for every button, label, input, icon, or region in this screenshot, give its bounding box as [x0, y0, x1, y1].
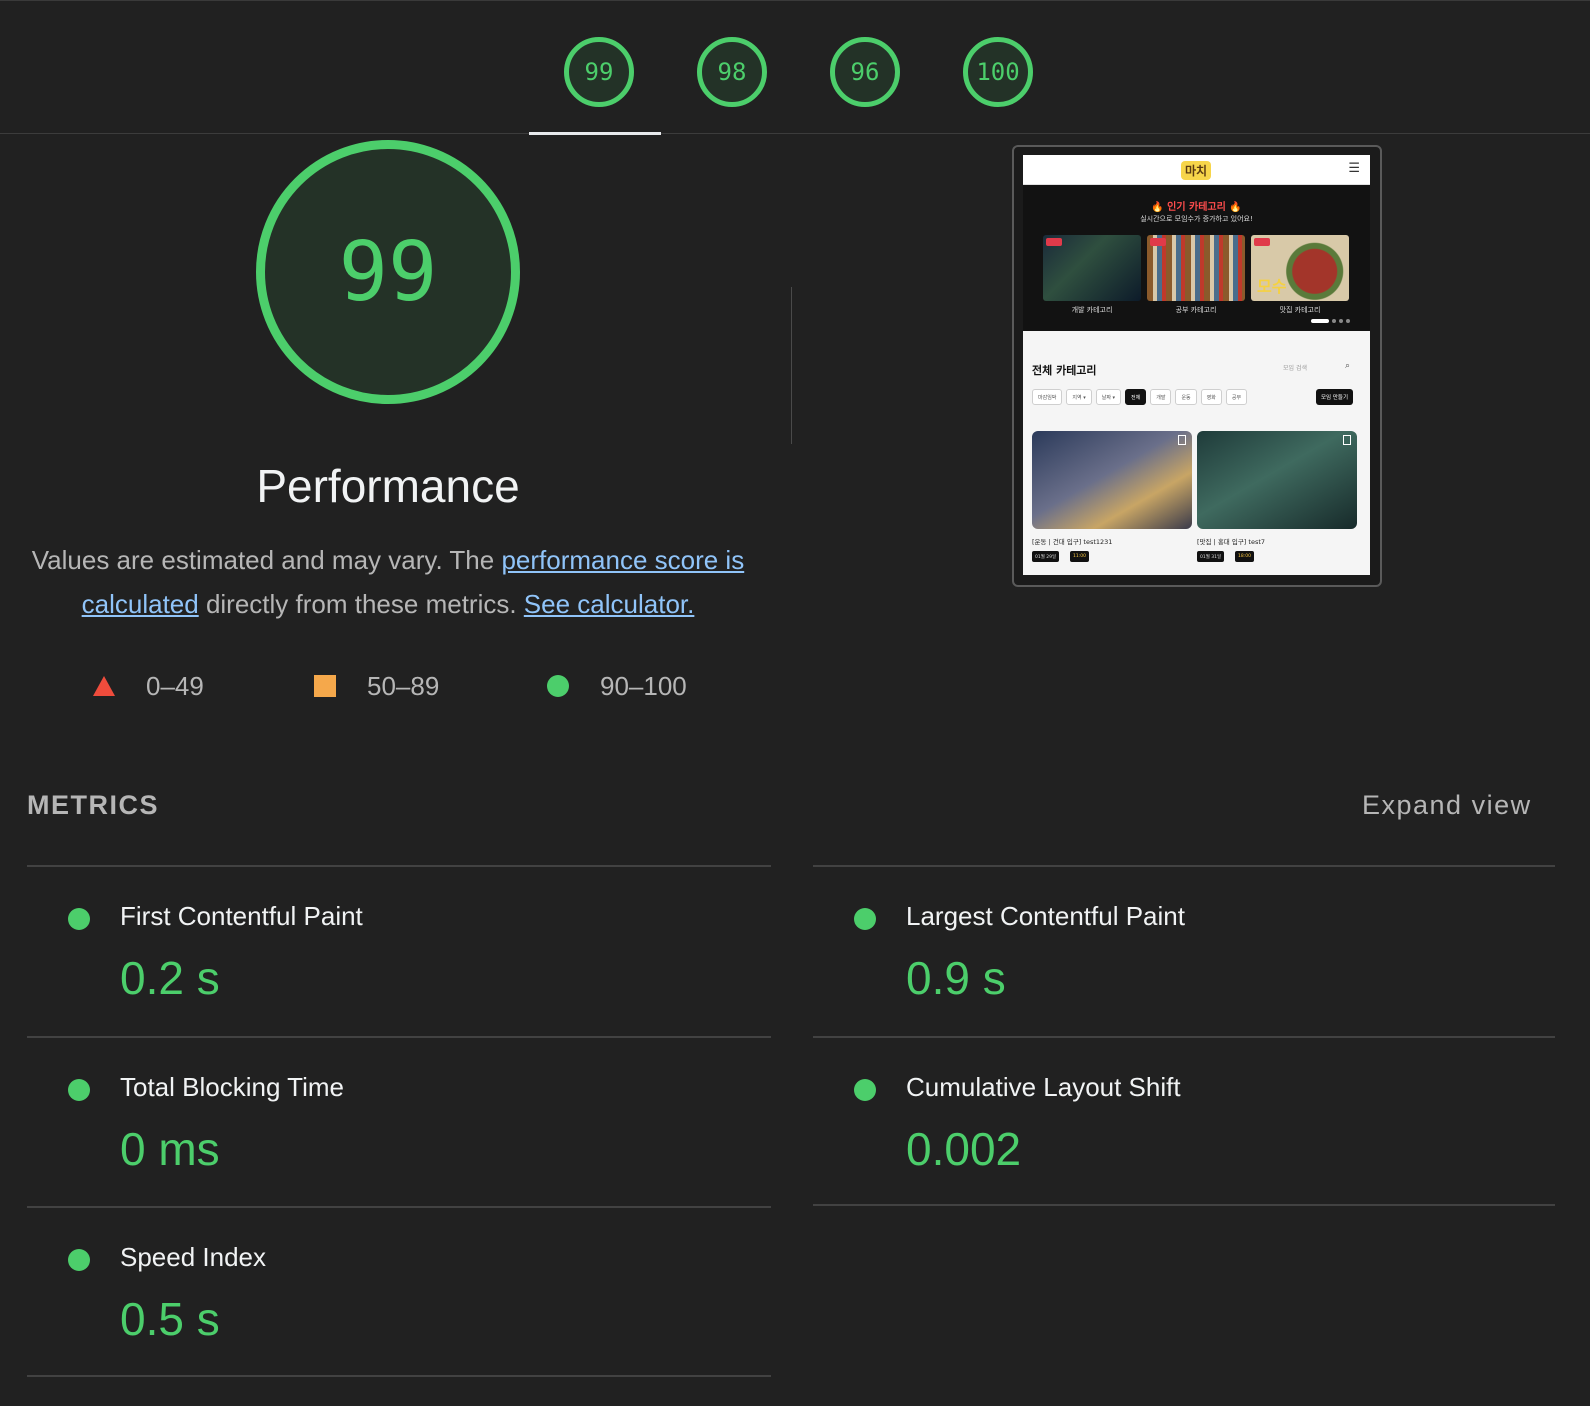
metric-name: Total Blocking Time [120, 1072, 344, 1102]
active-tab-indicator [529, 132, 661, 135]
banner-title: 🔥 인기 카테고리 🔥 [1151, 202, 1242, 213]
expand-view-button[interactable]: Expand view [1362, 790, 1532, 821]
circle-icon [547, 675, 569, 697]
tab-performance-gauge[interactable]: 99 [564, 37, 634, 107]
filter-chip: 개발 [1150, 389, 1172, 405]
metric-value: 0 ms [120, 1123, 220, 1175]
legend-average-label: 50–89 [367, 670, 440, 701]
metric-value: 0.002 [906, 1123, 1022, 1175]
card-label-study: 공부 카테고리 [1175, 306, 1217, 314]
performance-score-gauge: 99 [256, 140, 520, 404]
square-icon [314, 675, 336, 697]
card-tag [1150, 238, 1166, 246]
post-time-2: 18:00 [1235, 551, 1254, 562]
filter-chip: 지역 ▾ [1066, 389, 1092, 405]
legend-average: 50–89 [314, 668, 439, 704]
metric-value: 0.9 s [906, 952, 1006, 1004]
post-date-1: 01월 29일 [1032, 551, 1060, 562]
filter-chip: 전체 [1125, 389, 1147, 405]
tab-best-practices-gauge[interactable]: 96 [830, 37, 900, 107]
final-screenshot[interactable]: 마치 ☰ 🔥 인기 카테고리 🔥 실시간으로 모임수가 증가하고 있어요! 모수… [1012, 145, 1382, 587]
post-card-1 [1032, 431, 1192, 529]
banner-subtitle: 실시간으로 모임수가 증가하고 있어요! [1140, 215, 1253, 223]
card-label-food: 맛집 카테고리 [1279, 306, 1321, 314]
screenshot-page: 마치 ☰ 🔥 인기 카테고리 🔥 실시간으로 모임수가 증가하고 있어요! 모수… [1023, 155, 1370, 575]
screenshot-header: 마치 ☰ [1023, 155, 1370, 185]
screenshot-banner: 🔥 인기 카테고리 🔥 실시간으로 모임수가 증가하고 있어요! 모수 개발 카… [1023, 185, 1370, 331]
screenshot-filters: 마감임박 지역 ▾ 날짜 ▾ 전체 개발 운동 영화 공부 [1032, 389, 1248, 405]
filter-chip: 공부 [1225, 389, 1248, 405]
legend-pass: 90–100 [547, 668, 687, 704]
description-text-2: directly from these metrics. [198, 589, 524, 619]
food-category-card: 모수 [1251, 235, 1349, 301]
performance-description: Values are estimated and may vary. The p… [30, 538, 746, 626]
metric-name: Speed Index [120, 1242, 267, 1272]
metric-value: 0.5 s [120, 1293, 220, 1345]
screenshot-logo: 마치 [1181, 161, 1212, 180]
filter-chip: 날짜 ▾ [1095, 389, 1122, 405]
card-label-dev: 개발 카테고리 [1071, 306, 1113, 314]
metric-name: Largest Contentful Paint [906, 901, 1185, 931]
metrics-heading: METRICS [27, 790, 159, 820]
category-tabs-bar: 99 98 96 100 [0, 0, 1590, 135]
post-time-1: 11:00 [1070, 551, 1089, 562]
legend-fail-label: 0–49 [146, 670, 204, 701]
bookmark-icon [1343, 435, 1351, 445]
legend-pass-label: 90–100 [600, 670, 687, 701]
description-text-1: Values are estimated and may vary. The [31, 545, 502, 575]
post-title-2: [맛집 | 홍대 입구] test7 [1197, 538, 1266, 546]
hamburger-menu-icon: ☰ [1348, 161, 1360, 176]
pass-circle-icon [854, 1079, 876, 1101]
card-tag [1046, 238, 1062, 246]
metric-first-contentful-paint: First Contentful Paint 0.2 s [37, 867, 781, 1037]
metric-name: First Contentful Paint [120, 901, 363, 931]
metric-speed-index: Speed Index 0.5 s [37, 1208, 781, 1378]
search-icon: ⌕ [1345, 361, 1351, 371]
metric-total-blocking-time: Total Blocking Time 0 ms [37, 1038, 781, 1208]
card-overlay-text: 모수 [1257, 277, 1287, 296]
metric-name: Cumulative Layout Shift [906, 1072, 1181, 1102]
pass-circle-icon [68, 908, 90, 930]
see-calculator-link[interactable]: See calculator. [524, 589, 695, 619]
metric-cumulative-layout-shift: Cumulative Layout Shift 0.002 [823, 1038, 1567, 1208]
filter-chip: 영화 [1200, 389, 1222, 405]
carousel-dots [1311, 319, 1350, 323]
triangle-icon [93, 676, 115, 696]
card-tag [1254, 238, 1270, 246]
performance-title: Performance [256, 460, 520, 512]
pass-circle-icon [854, 908, 876, 930]
metric-value: 0.2 s [120, 952, 220, 1004]
bookmark-icon [1178, 435, 1186, 445]
post-date-2: 01월 31일 [1197, 551, 1225, 562]
pass-circle-icon [68, 1249, 90, 1271]
post-card-2 [1197, 431, 1357, 529]
screenshot-search: 모임 검색 [1283, 365, 1307, 372]
vertical-divider [791, 287, 792, 444]
dev-category-card [1043, 235, 1141, 301]
study-category-card [1147, 235, 1245, 301]
tab-accessibility-gauge[interactable]: 98 [697, 37, 767, 107]
filter-chip: 마감임박 [1032, 389, 1063, 405]
tab-seo-gauge[interactable]: 100 [963, 37, 1033, 107]
pass-circle-icon [68, 1079, 90, 1101]
post-title-1: [운동 | 건대 입구] test1231 [1032, 538, 1113, 546]
make-meeting-button: 모임 만들기 [1316, 389, 1354, 405]
section-title: 전체 카테고리 [1032, 364, 1097, 377]
filter-chip: 운동 [1175, 389, 1197, 405]
metric-largest-contentful-paint: Largest Contentful Paint 0.9 s [823, 867, 1567, 1037]
legend-fail: 0–49 [93, 668, 204, 704]
